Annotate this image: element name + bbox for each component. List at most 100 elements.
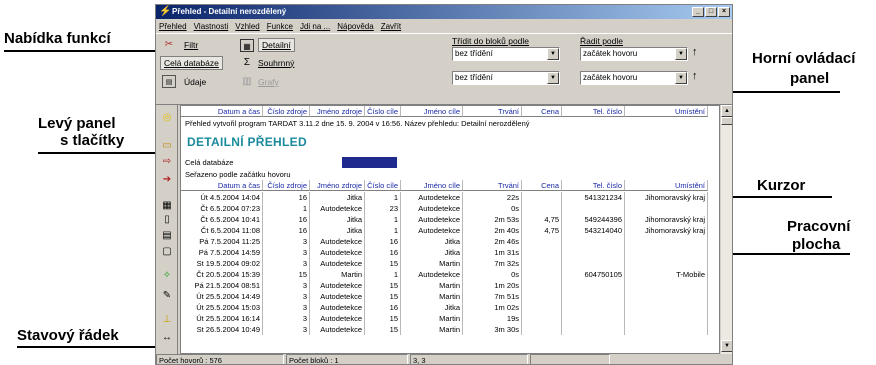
- data-button[interactable]: ▤ Údaje: [162, 75, 206, 88]
- column-header[interactable]: Cena: [522, 106, 562, 117]
- export-icon[interactable]: ⇨: [159, 155, 175, 169]
- vertical-scrollbar[interactable]: ▲ ▼: [720, 105, 732, 354]
- menu-jdi-na[interactable]: Jdi na ...: [300, 22, 330, 31]
- table-cell: St 26.5.2004 10:49: [181, 324, 263, 335]
- filter-button[interactable]: ✂ Filtr: [162, 38, 198, 51]
- table-row[interactable]: Út 25.5.2004 15:03 3 Autodetekce 16 Jitka 1m …: [181, 302, 719, 313]
- open-folder-icon[interactable]: ▭: [159, 139, 175, 153]
- page-view-icon[interactable]: ▯: [159, 213, 175, 227]
- annotation-left-panel-1: Levý panel: [38, 115, 116, 132]
- table-cell: 15: [263, 269, 310, 280]
- document-icon[interactable]: ▤: [159, 229, 175, 243]
- scroll-down-button[interactable]: ▼: [721, 340, 732, 352]
- cursor[interactable]: [342, 157, 397, 168]
- table-row[interactable]: Pá 21.5.2004 08:51 3 Autodetekce 15 Martin 1m…: [181, 280, 719, 291]
- clock-icon[interactable]: ◎: [159, 111, 175, 125]
- table-row[interactable]: Čt 6.5.2004 07:23 1 Autodetekce 23 Autodetek…: [181, 203, 719, 214]
- column-header[interactable]: Číslo zdroje: [263, 180, 310, 191]
- column-header[interactable]: Datum a čas: [181, 106, 263, 117]
- table-cell: Jihomoravský kraj: [625, 214, 708, 225]
- column-header[interactable]: Umístění: [625, 106, 708, 117]
- table-row[interactable]: Čt 6.5.2004 11:08 16 Jitka 1 Autodetekce 2m 4…: [181, 225, 719, 236]
- pin-icon[interactable]: ⊥: [159, 313, 175, 327]
- detail-icon: ▦: [240, 38, 254, 52]
- chevron-down-icon[interactable]: ▼: [675, 72, 687, 84]
- data-icon: ▤: [162, 75, 176, 88]
- column-header[interactable]: Jméno zdroje: [310, 180, 365, 191]
- table-cell: 0s: [463, 203, 522, 214]
- table-row[interactable]: Čt 20.5.2004 15:39 15 Martin 1 Autodetekce 0s…: [181, 269, 719, 280]
- column-header[interactable]: Trvání: [463, 180, 522, 191]
- column-header[interactable]: Číslo cíle: [365, 180, 401, 191]
- annotation-workspace-1: Pracovní: [787, 218, 851, 235]
- table-row[interactable]: Pá 7.5.2004 11:25 3 Autodetekce 16 Jitka 2m 4…: [181, 236, 719, 247]
- table-row[interactable]: Pá 7.5.2004 14:59 3 Autodetekce 16 Jitka 1m 3…: [181, 247, 719, 258]
- resize-grip[interactable]: [612, 354, 722, 364]
- column-header[interactable]: Cena: [522, 180, 562, 191]
- charts-button[interactable]: ▥ Grafy: [240, 75, 279, 88]
- table-row[interactable]: Út 25.5.2004 16:14 3 Autodetekce 15 Martin 19…: [181, 313, 719, 324]
- detail-button[interactable]: ▦ Detailní: [240, 38, 295, 52]
- menu-vlastnosti[interactable]: Vlastnosti: [194, 22, 229, 31]
- table-row[interactable]: Čt 6.5.2004 10:41 16 Jitka 1 Autodetekce 2m 5…: [181, 214, 719, 225]
- table-cell: [522, 280, 562, 291]
- sort-by-select-2[interactable]: začátek hovoru ▼: [580, 71, 688, 85]
- sort-by-select-1[interactable]: začátek hovoru ▼: [580, 47, 688, 61]
- menu-funkce[interactable]: Funkce: [267, 22, 293, 31]
- whole-database-button[interactable]: Celá databáze: [160, 56, 223, 70]
- sort-direction-icon[interactable]: ↑: [692, 70, 698, 82]
- title-bar[interactable]: ⚡ Přehled - Detailní nerozdělený _ □ ×: [156, 5, 732, 19]
- send-icon[interactable]: ➔: [159, 173, 175, 187]
- sort-direction-icon[interactable]: ↑: [692, 46, 698, 58]
- group-by-label: Třídit do bloků podle: [452, 36, 530, 46]
- table-cell: [625, 236, 708, 247]
- table-row[interactable]: St 26.5.2004 10:49 3 Autodetekce 15 Martin 3m…: [181, 324, 719, 335]
- table-cell: 3: [263, 313, 310, 324]
- close-button[interactable]: ×: [718, 7, 730, 17]
- workspace[interactable]: Datum a čas Číslo zdroje Jméno zdroje Čí…: [180, 105, 720, 354]
- report-sorted: Seřazeno podle začátku hovoru: [185, 170, 291, 179]
- wand-icon[interactable]: ✧: [159, 269, 175, 283]
- chevron-down-icon[interactable]: ▼: [675, 48, 687, 60]
- column-header[interactable]: Tel. číslo: [562, 180, 625, 191]
- column-header[interactable]: Datum a čas: [181, 180, 263, 191]
- table-cell: Autodetekce: [310, 313, 365, 324]
- table-cell: Autodetekce: [310, 302, 365, 313]
- table-cell: Autodetekce: [310, 247, 365, 258]
- menu-vzhled[interactable]: Vzhled: [235, 22, 259, 31]
- column-header[interactable]: Umístění: [625, 180, 708, 191]
- group-by-select-1[interactable]: bez třídění ▼: [452, 47, 560, 61]
- table-cell: 543214040: [562, 225, 625, 236]
- table-header-top: Datum a čas Číslo zdroje Jméno zdroje Čí…: [181, 106, 719, 117]
- table-row[interactable]: Út 4.5.2004 14:04 16 Jitka 1 Autodetekce 22s 5…: [181, 192, 719, 203]
- table-row[interactable]: St 19.5.2004 09:02 3 Autodetekce 15 Martin 7m…: [181, 258, 719, 269]
- column-header[interactable]: Číslo cíle: [365, 106, 401, 117]
- chevron-down-icon[interactable]: ▼: [547, 72, 559, 84]
- scroll-up-button[interactable]: ▲: [721, 105, 732, 117]
- column-header[interactable]: Číslo zdroje: [263, 106, 310, 117]
- table-view-icon[interactable]: ▦: [159, 199, 175, 213]
- column-header[interactable]: Jméno zdroje: [310, 106, 365, 117]
- column-header[interactable]: Tel. číslo: [562, 106, 625, 117]
- scroll-thumb[interactable]: [721, 117, 732, 125]
- column-header[interactable]: Jméno cíle: [401, 106, 463, 117]
- table-cell: [522, 203, 562, 214]
- summary-button[interactable]: Σ Souhrnný: [240, 56, 294, 69]
- table-row[interactable]: Út 25.5.2004 14:49 3 Autodetekce 15 Martin 7m…: [181, 291, 719, 302]
- menu-napoveda[interactable]: Nápověda: [337, 22, 373, 31]
- report-icon[interactable]: ▢: [159, 245, 175, 259]
- chevron-down-icon[interactable]: ▼: [547, 48, 559, 60]
- table-cell: T-Mobile: [625, 269, 708, 280]
- menu-prehled[interactable]: Přehled: [159, 22, 187, 31]
- detail-label: Detailní: [258, 38, 295, 52]
- ruler-icon[interactable]: ↔: [159, 331, 175, 345]
- column-header[interactable]: Jméno cíle: [401, 180, 463, 191]
- menu-zavrit[interactable]: Zavřít: [381, 22, 401, 31]
- column-header[interactable]: Trvání: [463, 106, 522, 117]
- group-by-select-2[interactable]: bez třídění ▼: [452, 71, 560, 85]
- maximize-button[interactable]: □: [705, 7, 717, 17]
- table-cell: Autodetekce: [310, 236, 365, 247]
- tool-icon[interactable]: ✎: [159, 289, 175, 303]
- table-cell: Pá 21.5.2004 08:51: [181, 280, 263, 291]
- minimize-button[interactable]: _: [692, 7, 704, 17]
